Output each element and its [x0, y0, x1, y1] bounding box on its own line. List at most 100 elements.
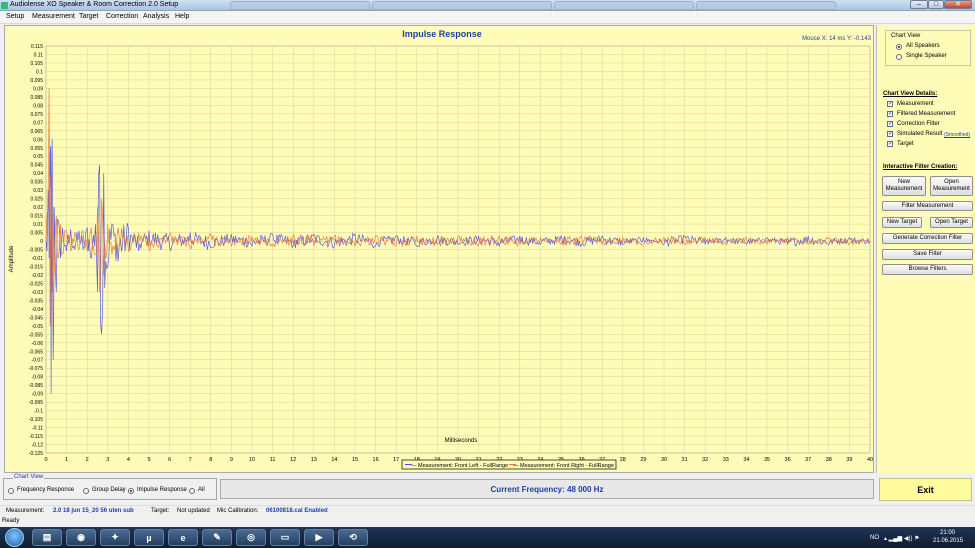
y-tick-label: -0.06	[32, 341, 44, 347]
chart-view-group: Chart View All Speakers Single Speaker	[885, 30, 971, 66]
legend-item-front-left: — Measurement: Front Left - FullRange	[411, 463, 508, 469]
paint-app-icon[interactable]: ✎	[202, 529, 232, 546]
close-button[interactable]: ✕	[944, 0, 972, 9]
y-tick-label: -0.095	[29, 400, 43, 406]
ready-status: Ready	[2, 518, 20, 524]
clock-time[interactable]: 21:00	[940, 530, 955, 536]
y-tick-label: 0.02	[33, 205, 43, 211]
menu-correction[interactable]: Correction	[106, 13, 138, 20]
y-tick-label: -0.105	[29, 417, 43, 423]
menu-help[interactable]: Help	[175, 13, 189, 20]
generate-correction-filter-button[interactable]: Generate Correction Filter	[882, 233, 973, 244]
menu-bar: Setup Measurement Target Correction Anal…	[0, 11, 975, 24]
filtered-measurement-check-label[interactable]: Filtered Measurement	[897, 111, 955, 117]
single-speaker-label[interactable]: Single Speaker	[906, 53, 947, 59]
y-tick-label: -0.085	[29, 383, 43, 389]
language-indicator[interactable]: NO	[870, 535, 879, 541]
x-tick-label: 12	[290, 457, 296, 463]
x-tick-label: 7	[189, 457, 192, 463]
all-radio[interactable]	[189, 488, 195, 494]
window-app-icon[interactable]: ▭	[270, 529, 300, 546]
target-checkbox[interactable]: ✓	[887, 141, 893, 147]
smoothed-link[interactable]: (Smoothed)	[944, 132, 970, 138]
audiolense-taskbar-icon[interactable]: ◎	[236, 529, 266, 546]
y-tick-label: -0.05	[32, 324, 44, 330]
chrome-icon[interactable]: ◉	[66, 529, 96, 546]
impulse-response-chart[interactable]: 0.115 0.11 0.105 0.1 0.095 0.09 0.085 0.08 0.075…	[4, 25, 874, 473]
menu-setup[interactable]: Setup	[6, 13, 24, 20]
y-tick-label: -0.125	[29, 451, 43, 457]
all-speakers-radio[interactable]	[896, 44, 902, 50]
target-status-label: Target:	[151, 508, 170, 514]
media-app-icon[interactable]: ✦	[100, 529, 130, 546]
pinned-app-icon[interactable]: ⟲	[338, 529, 368, 546]
new-target-button[interactable]: New Target	[882, 217, 922, 228]
save-filter-button[interactable]: Save Filter	[882, 249, 973, 260]
chart-canvas[interactable]: 0.1150.110.1050.10.0950.090.0850.080.075…	[5, 26, 875, 474]
impulse-response-label[interactable]: Impulse Response	[137, 487, 187, 493]
y-tick-label: 0.06	[33, 137, 43, 143]
x-tick-label: 36	[785, 457, 791, 463]
y-tick-label: -0.01	[32, 256, 44, 262]
menu-analysis[interactable]: Analysis	[143, 13, 169, 20]
y-tick-label: 0.025	[30, 197, 43, 203]
menu-measurement[interactable]: Measurement	[32, 13, 75, 20]
group-delay-radio[interactable]	[83, 488, 89, 494]
measurement-status-label: Measurement:	[6, 508, 45, 514]
maximize-button[interactable]: □	[928, 0, 944, 9]
all-speakers-label[interactable]: All Speakers	[906, 43, 940, 49]
filtered-measurement-checkbox[interactable]: ✓	[887, 111, 893, 117]
group-delay-label[interactable]: Group Delay	[92, 487, 126, 493]
chart-view-selector: Chart View Frequency Response Group Dela…	[3, 474, 217, 500]
y-tick-label: -0.065	[29, 349, 43, 355]
measurement-checkbox[interactable]: ✓	[887, 101, 893, 107]
exit-button[interactable]: Exit	[879, 478, 972, 501]
open-measurement-button[interactable]: Open Measurement	[930, 176, 973, 196]
x-tick-label: 1	[65, 457, 68, 463]
impulse-response-radio[interactable]	[128, 488, 134, 494]
start-button[interactable]	[5, 528, 24, 547]
simulated-result-check-label[interactable]: Simulated Result	[897, 131, 942, 137]
simulated-result-checkbox[interactable]: ✓	[887, 131, 893, 137]
filter-measurement-button[interactable]: Filter Measurement	[882, 201, 973, 211]
file-explorer-icon[interactable]: ▤	[32, 529, 62, 546]
menu-target[interactable]: Target	[79, 13, 98, 20]
browser-tab-background[interactable]	[554, 1, 694, 10]
right-panel: Chart View All Speakers Single Speaker C…	[876, 25, 975, 473]
y-tick-label: 0.115	[31, 44, 43, 50]
all-label[interactable]: All	[198, 487, 205, 493]
single-speaker-radio[interactable]	[896, 54, 902, 60]
y-tick-label: 0.105	[30, 61, 43, 67]
open-target-button[interactable]: Open Target	[930, 217, 973, 228]
y-tick-label: 0.01	[33, 222, 43, 228]
mic-calibration-label: Mic Calibration:	[217, 508, 259, 514]
y-tick-label: -0.025	[29, 281, 43, 287]
browser-tab-background[interactable]	[372, 1, 552, 10]
y-tick-label: 0.08	[33, 103, 43, 109]
minimize-button[interactable]: –	[910, 0, 928, 9]
mic-calibration-value: 06100818.cal Enabled	[266, 508, 328, 514]
x-tick-label: 37	[805, 457, 811, 463]
frequency-response-radio[interactable]	[8, 488, 14, 494]
media-player-icon[interactable]: ▶	[304, 529, 334, 546]
browser-tab-background[interactable]	[696, 1, 836, 10]
x-tick-label: 34	[743, 457, 749, 463]
utorrent-icon[interactable]: µ	[134, 529, 164, 546]
x-tick-label: 11	[270, 457, 276, 463]
browse-filters-button[interactable]: Browse Filters	[882, 264, 973, 275]
tray-icons[interactable]: ▴ ▂▄▆ ◀)) ⚑	[884, 535, 919, 542]
correction-filter-checkbox[interactable]: ✓	[887, 121, 893, 127]
measurement-check-label[interactable]: Measurement	[897, 101, 934, 107]
browser-tab-background[interactable]	[230, 1, 370, 10]
interactive-filter-header: Interactive Filter Creation:	[883, 164, 958, 170]
frequency-response-label[interactable]: Frequency Response	[17, 487, 74, 493]
y-tick-label: -0.02	[32, 273, 44, 279]
target-check-label[interactable]: Target	[897, 141, 914, 147]
correction-filter-check-label[interactable]: Correction Filter	[897, 121, 940, 127]
clock-date[interactable]: 21.06.2015	[933, 538, 963, 544]
windows-taskbar: ▤ ◉ ✦ µ e ✎ ◎ ▭ ▶ ⟲ NO ▴ ▂▄▆ ◀)) ⚑ 21:00…	[0, 527, 975, 548]
y-tick-label: 0.095	[30, 78, 43, 84]
chart-view-group-label: Chart View	[891, 33, 921, 39]
internet-explorer-icon[interactable]: e	[168, 529, 198, 546]
new-measurement-button[interactable]: New Measurement	[882, 176, 926, 196]
